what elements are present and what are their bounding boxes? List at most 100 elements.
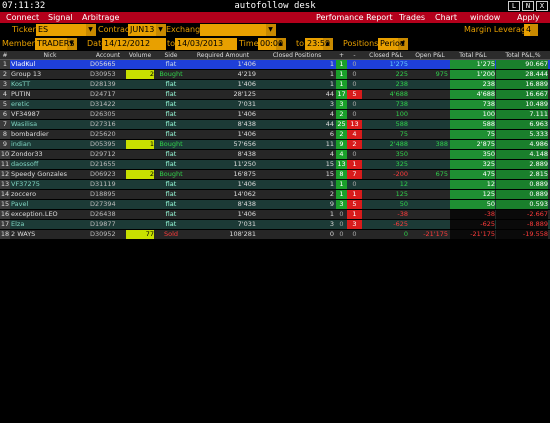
volume-cell: [126, 160, 154, 169]
total-pnl-cell: 4'688: [450, 90, 495, 99]
col-header[interactable]: Side: [154, 51, 188, 60]
total-pnl-pct-cell: 2.815: [496, 170, 548, 179]
table-row[interactable]: 7 Wasilisa D27316 flat 8'438 44 25 13 588 588 6.96…: [0, 120, 550, 130]
closed-positions-cell: 1: [329, 70, 334, 78]
nick-cell: Elza: [11, 220, 25, 228]
total-pnl-cell: 588: [450, 120, 495, 129]
nick-cell: PUTIN: [11, 90, 31, 98]
contract-select[interactable]: JUN13 ▼: [128, 24, 166, 36]
closed-positions-cell: 6: [329, 130, 334, 138]
nick-cell: 2 WAYS: [11, 230, 36, 238]
volume-cell: [126, 110, 154, 119]
table-row[interactable]: 4 PUTIN D24717 flat 28'125 44 17 5 4'688 4'688 16.…: [0, 90, 550, 100]
col-header[interactable]: Nick: [10, 51, 90, 60]
time-to-input[interactable]: 23:59 ▲: [305, 38, 333, 50]
col-header[interactable]: -: [347, 51, 362, 60]
table-row[interactable]: 9 indian D05395 1 Bought 57'656 11 9 2 2'488 388 2'…: [0, 140, 550, 150]
menu-arbitrage[interactable]: Arbitrage: [82, 12, 119, 23]
menu-trades[interactable]: Trades: [399, 12, 425, 23]
open-pnl-cell: [410, 180, 448, 189]
row-index-cell: 5: [0, 100, 10, 109]
members-select[interactable]: TRADERS ▼: [35, 38, 77, 50]
positions-select[interactable]: Period ▼: [378, 38, 408, 50]
close-icon[interactable]: X: [536, 1, 548, 11]
table-row[interactable]: 8 bombardier D25620 flat 1'406 6 2 4 75 75 5.333: [0, 130, 550, 140]
col-header[interactable]: Closed P&L: [362, 51, 410, 60]
menu-window[interactable]: window: [470, 12, 500, 23]
plus-count-cell: 1: [336, 180, 347, 189]
total-pnl-cell: 100: [450, 110, 495, 119]
col-header[interactable]: Open P&L: [410, 51, 450, 60]
table-row[interactable]: 17 Elza D19877 flat 7'031 3 0 3 -625 -625 -8.889: [0, 220, 550, 230]
side-cell: Bought: [159, 70, 183, 78]
open-pnl-cell: [410, 110, 448, 119]
closed-pnl-cell: -625: [393, 220, 408, 228]
row-index-cell: 17: [0, 220, 10, 229]
restore-icon[interactable]: L: [508, 1, 520, 11]
open-pnl-cell: [410, 90, 448, 99]
row-index-cell: 3: [0, 80, 10, 89]
col-header[interactable]: Total P&L: [450, 51, 496, 60]
col-header[interactable]: Total P&L,%: [496, 51, 550, 60]
open-pnl-cell: [410, 190, 448, 199]
col-header[interactable]: Required Amount: [188, 51, 258, 60]
menu-performance-report[interactable]: Perfomance Report: [316, 12, 393, 23]
required-amount-cell: 8'438: [237, 120, 256, 128]
menu-apply[interactable]: Apply: [517, 12, 540, 23]
volume-cell: [126, 90, 154, 99]
table-row[interactable]: 5 eretic D31422 flat 7'031 3 3 0 738 738 10.489: [0, 100, 550, 110]
table-row[interactable]: 3 KosTT D28139 flat 1'406 1 1 0 238 238 16.889: [0, 80, 550, 90]
table-row[interactable]: 13 VF37275 D31119 flat 1'406 1 1 0 12 12 0.889: [0, 180, 550, 190]
ticker-label: Ticker: [12, 25, 36, 34]
col-header[interactable]: Volume: [126, 51, 154, 60]
table-row[interactable]: 10 Zondor33 D29712 flat 8'438 4 4 0 350 350 4.148: [0, 150, 550, 160]
minus-count-cell: 0: [352, 100, 357, 108]
menu-chart[interactable]: Chart: [435, 12, 457, 23]
menu-signal[interactable]: Signal: [48, 12, 73, 23]
date-from-input[interactable]: 14/12/2012: [102, 38, 166, 50]
closed-positions-cell: 15: [325, 160, 334, 168]
closed-positions-cell: 3: [329, 220, 334, 228]
table-row[interactable]: 6 VF34987 D26305 flat 1'406 4 2 0 100 100 7.111: [0, 110, 550, 120]
date-to-input[interactable]: 14/03/2013: [175, 38, 237, 50]
side-cell: flat: [165, 60, 177, 68]
exchange-select[interactable]: ▼: [200, 24, 276, 36]
col-header[interactable]: +: [336, 51, 347, 60]
ticker-select[interactable]: ES ▼: [36, 24, 96, 36]
table-row[interactable]: 11 daossoff D21655 flat 11'250 15 13 1 325 325 2.8…: [0, 160, 550, 170]
table-row[interactable]: 1 VladKul D05665 flat 1'406 1 1 0 1'275 1'275 90.6…: [0, 60, 550, 70]
members-label: Members: [2, 39, 40, 48]
chevron-down-icon: ▼: [88, 26, 93, 33]
account-cell: D27316: [90, 120, 116, 128]
closed-pnl-cell: 0: [403, 230, 408, 238]
table-row[interactable]: 18 2 WAYS D30952 77 Sold 108'281 0 0 0 0 -21'175 -2…: [0, 230, 550, 240]
plus-count-cell: 0: [339, 230, 344, 238]
filter-bar-top: Ticker ES ▼ Contract JUN13 ▼ Exchange ▼ Ma…: [0, 23, 550, 37]
nick-cell: zoccero: [11, 190, 37, 198]
plus-count-cell: 8: [336, 170, 347, 179]
col-header[interactable]: #: [0, 51, 10, 60]
side-cell: flat: [165, 130, 177, 138]
minimize-icon[interactable]: N: [522, 1, 534, 11]
col-header[interactable]: Closed Positions: [258, 51, 336, 60]
closed-positions-cell: 4: [329, 110, 334, 118]
side-cell: flat: [165, 110, 177, 118]
table-row[interactable]: 14 zoccero D18895 flat 14'062 2 1 1 125 125 0.889: [0, 190, 550, 200]
required-amount-cell: 14'062: [233, 190, 256, 198]
minus-count-cell: 3: [347, 220, 362, 229]
margin-leverage-input[interactable]: 4: [524, 24, 538, 36]
nick-cell: Zondor33: [11, 150, 43, 158]
open-pnl-cell: 675: [435, 170, 448, 178]
required-amount-cell: 1'406: [237, 80, 256, 88]
time-from-input[interactable]: 00:00 ▲: [258, 38, 286, 50]
table-row[interactable]: 15 Pavel D27394 flat 8'438 9 3 5 50 50 0.593: [0, 200, 550, 210]
menu-connect[interactable]: Connect: [6, 12, 39, 23]
col-header[interactable]: Account: [90, 51, 126, 60]
volume-cell: [126, 200, 154, 209]
table-row[interactable]: 12 Speedy Gonzales D06923 2 Bought 16'875 15 8 7…: [0, 170, 550, 180]
total-pnl-pct-cell: 4.986: [496, 140, 548, 149]
account-cell: D19877: [90, 220, 116, 228]
table-row[interactable]: 2 Group 13 D30953 2 Bought 4'219 1 1 0 225 975 1'20…: [0, 70, 550, 80]
table-row[interactable]: 16 exception.LEO D26438 flat 1'406 1 0 1 -38 -38-…: [0, 210, 550, 220]
plus-count-cell: 1: [336, 70, 347, 79]
